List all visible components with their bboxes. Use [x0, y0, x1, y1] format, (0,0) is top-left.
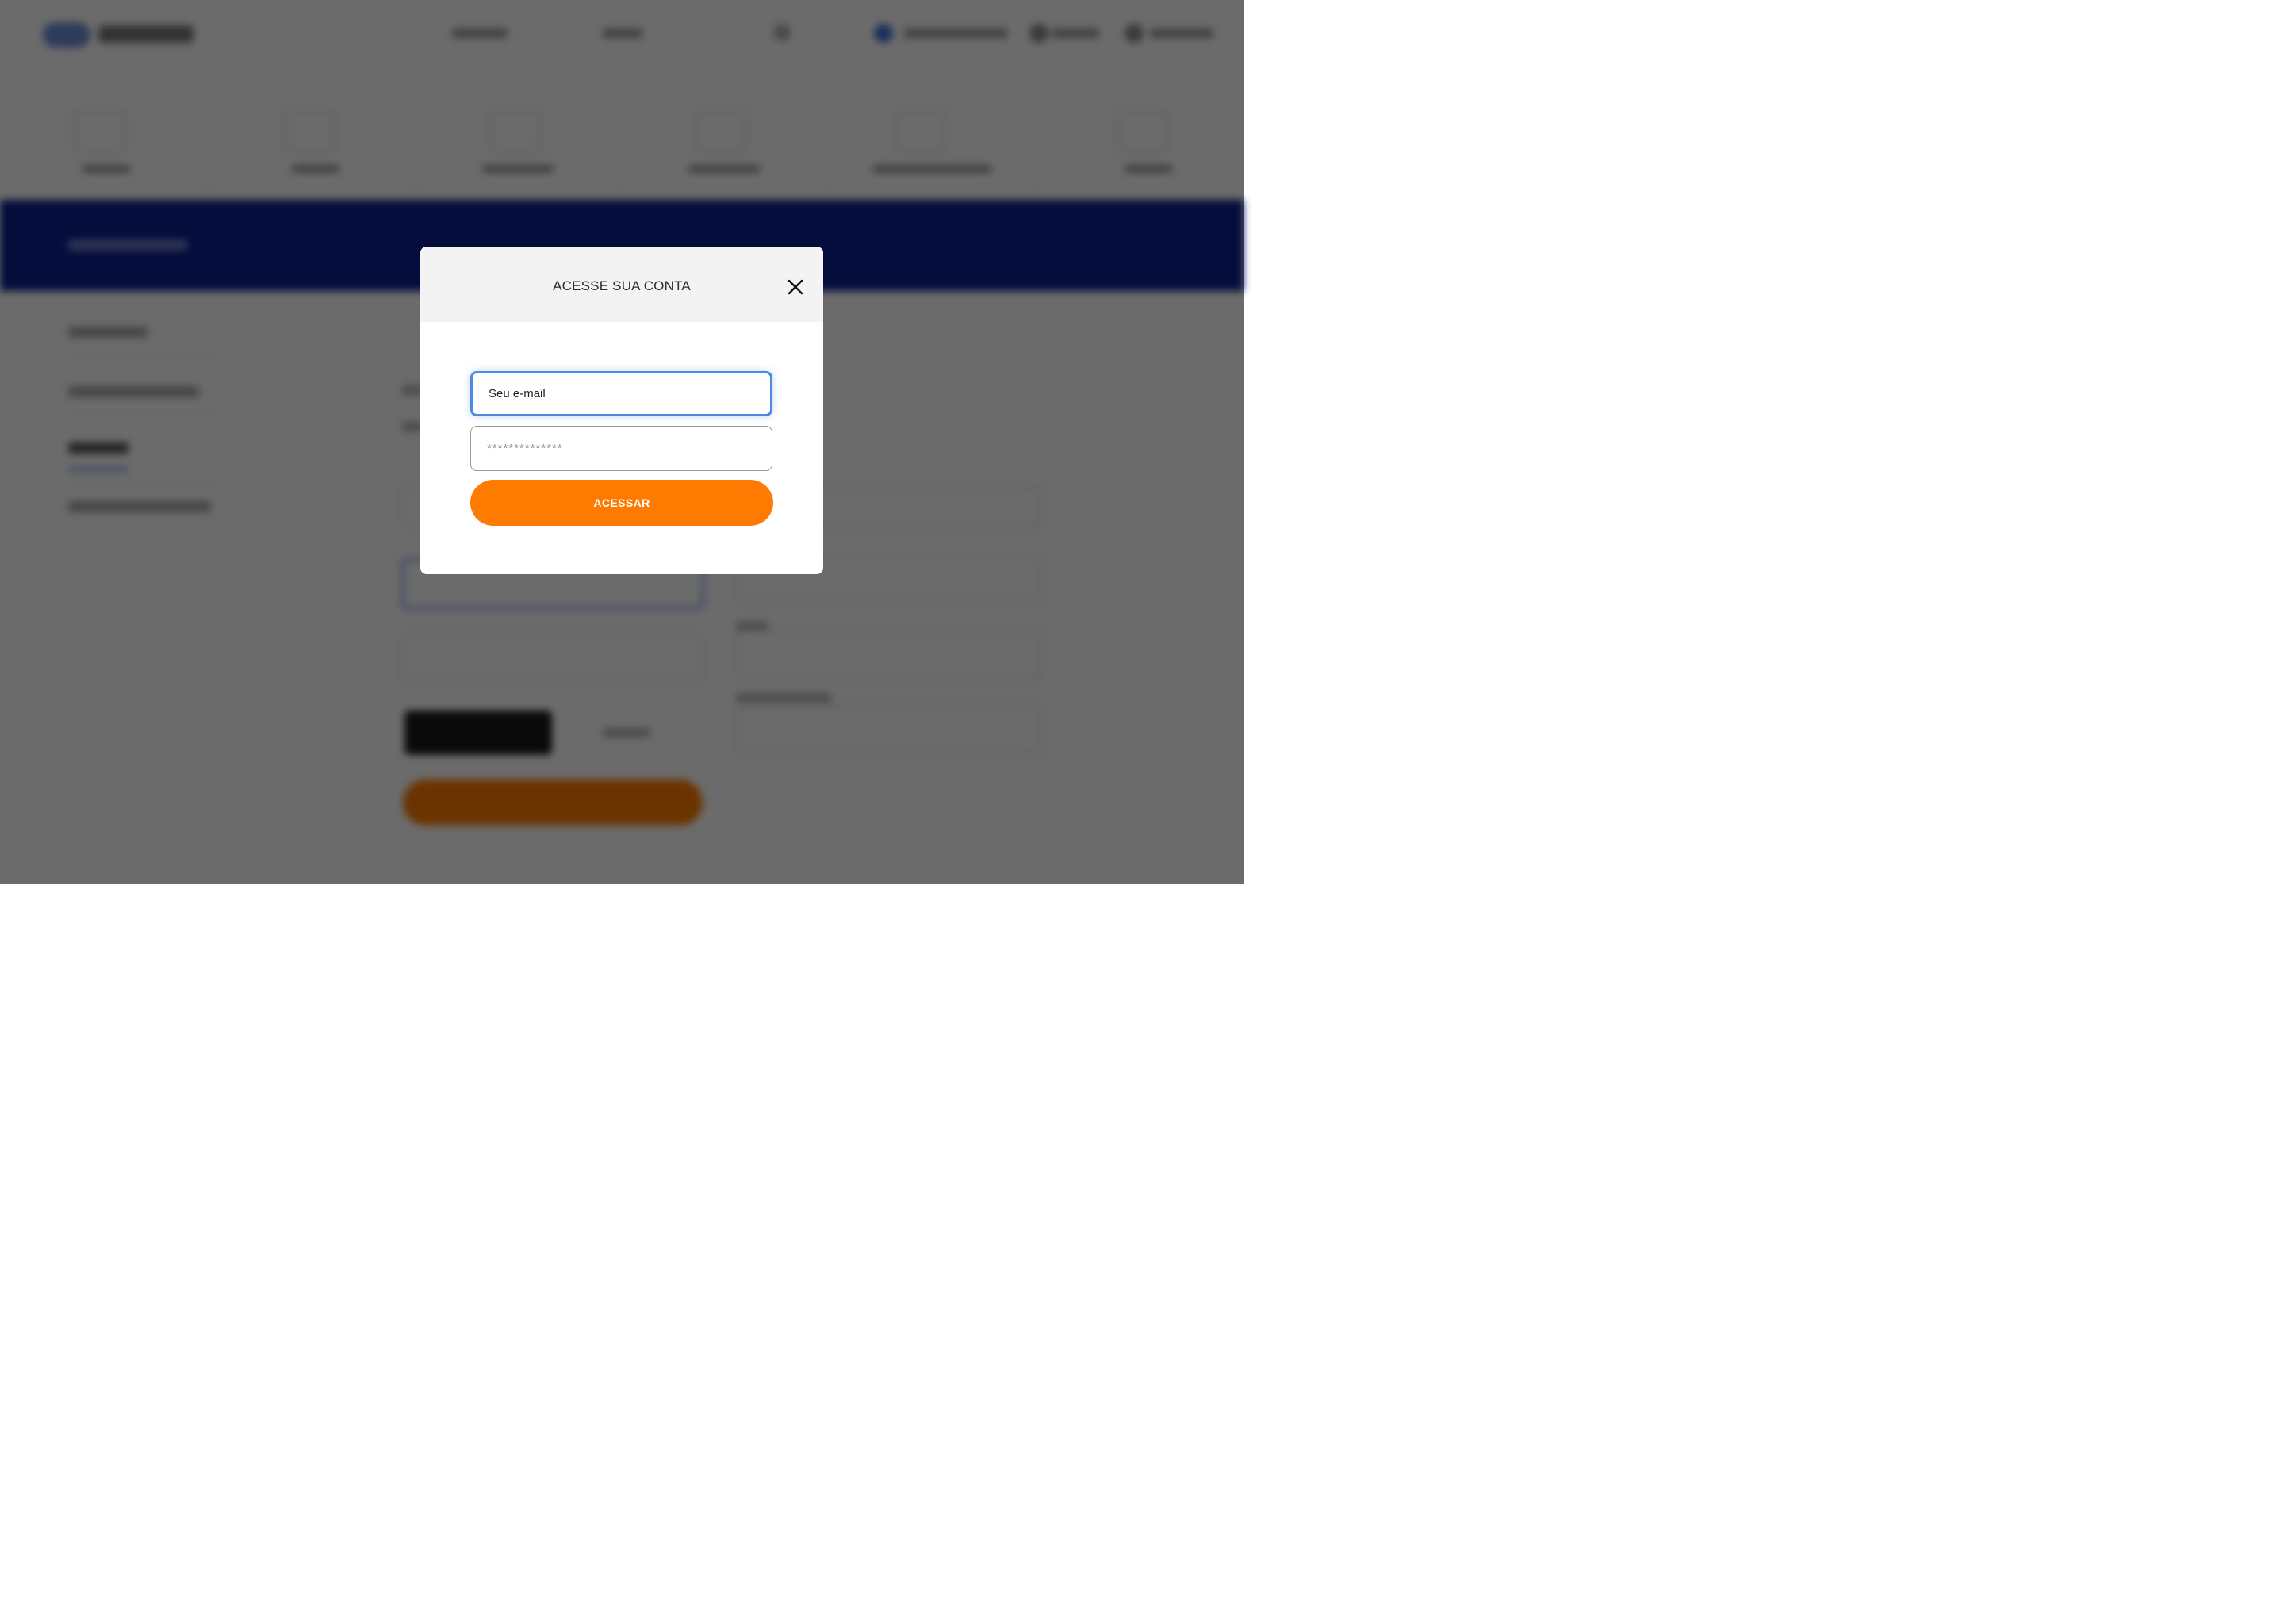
password-input[interactable] — [470, 426, 772, 471]
close-button[interactable] — [785, 277, 806, 297]
email-input[interactable] — [470, 371, 772, 416]
close-icon — [788, 279, 803, 295]
modal-header: ACESSE SUA CONTA — [420, 247, 823, 322]
login-submit-button[interactable]: ACESSAR — [470, 480, 773, 526]
login-modal: ACESSE SUA CONTA ACESSAR — [420, 247, 823, 574]
modal-title: ACESSE SUA CONTA — [553, 278, 691, 293]
